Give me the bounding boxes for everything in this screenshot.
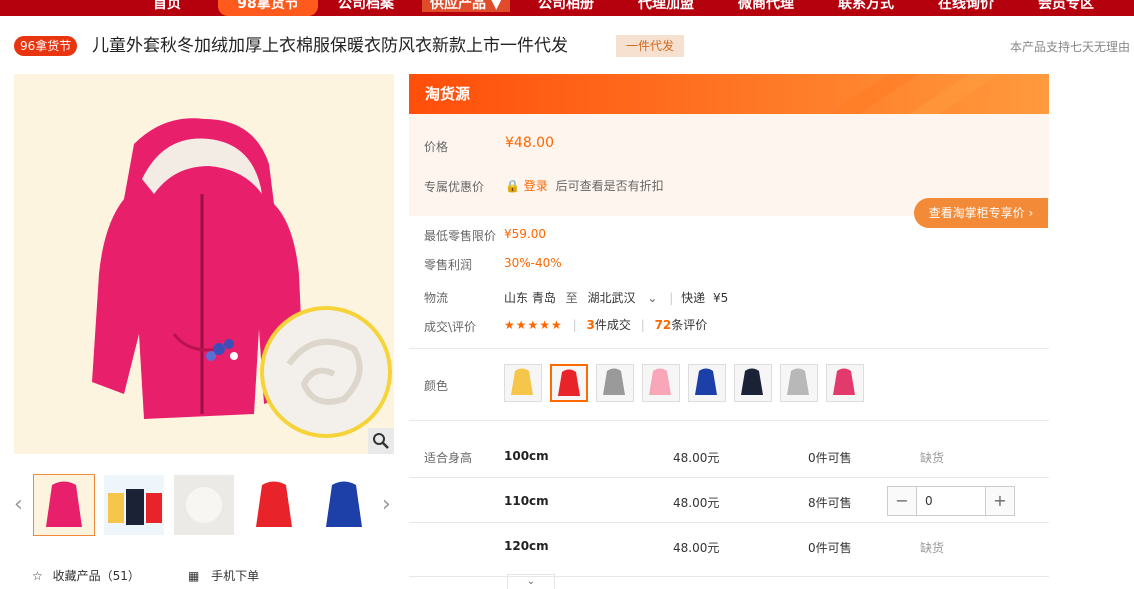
vip-price-button[interactable]: 查看淘掌柜专享价 › bbox=[914, 198, 1048, 228]
title-row: 96拿货节 儿童外套秋冬加绒加厚上衣棉服保暖衣防风衣新款上市一件代发 一件代发 … bbox=[14, 34, 1134, 58]
thumb-pink-image bbox=[34, 475, 94, 535]
thumb-blue-image bbox=[314, 475, 374, 535]
thumbnail-pink[interactable] bbox=[33, 474, 95, 536]
deals-count: 3 bbox=[586, 318, 595, 332]
nav-company-profile[interactable]: 公司档案 bbox=[338, 0, 394, 14]
thumbnail-red[interactable] bbox=[244, 475, 304, 535]
login-link[interactable]: 登录 bbox=[524, 179, 548, 193]
profit-value: 30%-40% bbox=[504, 256, 562, 270]
nav-album[interactable]: 公司相册 bbox=[538, 0, 594, 14]
thumbnail-blue[interactable] bbox=[314, 475, 374, 535]
login-hint: 🔒 登录 后可查看是否有折扣 bbox=[505, 177, 664, 194]
nav-inquiry[interactable]: 在线询价 bbox=[938, 0, 994, 14]
thumbnail-multi[interactable] bbox=[104, 475, 164, 535]
nav-wechat-agent[interactable]: 微商代理 bbox=[738, 0, 794, 14]
chevron-down-icon[interactable]: ⌄ bbox=[647, 291, 657, 305]
thumb-red-image bbox=[244, 475, 304, 535]
promo-badge: 96拿货节 bbox=[14, 36, 78, 56]
minus-icon[interactable]: − bbox=[888, 487, 917, 515]
main-product-image[interactable] bbox=[14, 74, 394, 454]
mobile-order-action[interactable]: ▦ 手机下单 bbox=[188, 567, 259, 584]
qrcode-icon: ▦ bbox=[188, 569, 200, 583]
thumbnail-strip: ‹ › bbox=[14, 470, 394, 540]
min-retail-value: ¥59.00 bbox=[504, 227, 546, 241]
logistics-route: 山东 青岛 至 湖北武汉 ⌄ | 快递 ¥5 bbox=[504, 291, 729, 305]
divider bbox=[409, 576, 1049, 577]
color-swatch[interactable] bbox=[596, 364, 634, 402]
color-swatch[interactable] bbox=[734, 364, 772, 402]
color-swatch[interactable] bbox=[826, 364, 864, 402]
color-swatch[interactable] bbox=[504, 364, 542, 402]
quantity-input[interactable]: 0 bbox=[925, 487, 933, 515]
ship-from: 山东 青岛 bbox=[504, 291, 556, 305]
nav-contact[interactable]: 联系方式 bbox=[838, 0, 894, 14]
divider bbox=[409, 348, 1049, 349]
nav-products[interactable]: 供应产品 ▼ bbox=[422, 0, 510, 12]
header-decoration bbox=[829, 74, 999, 114]
thumbnail-fleece[interactable] bbox=[174, 475, 234, 535]
login-suffix: 后可查看是否有折扣 bbox=[555, 179, 664, 193]
reviews-count[interactable]: 72 bbox=[655, 318, 672, 332]
return-policy-note: 本产品支持七天无理由 bbox=[1010, 40, 1131, 54]
nav-agent[interactable]: 代理加盟 bbox=[638, 0, 694, 14]
product-title: 儿童外套秋冬加绒加厚上衣棉服保暖衣防风衣新款上市一件代发 bbox=[92, 36, 568, 56]
nav-member[interactable]: 会员专区 bbox=[1038, 0, 1094, 14]
top-nav: 98拿货节 首页 公司档案 供应产品 ▼ 公司相册 代理加盟 微商代理 联系方式… bbox=[0, 0, 1134, 16]
thumb-prev-icon[interactable]: ‹ bbox=[14, 492, 23, 517]
lock-icon: 🔒 bbox=[505, 179, 520, 193]
nav-home[interactable]: 首页 bbox=[153, 0, 181, 14]
rating-stars: ★★★★★ | 3件成交 | 72条评价 bbox=[504, 318, 708, 332]
out-of-stock-label: 缺货 bbox=[920, 541, 945, 555]
dropship-tag: 一件代发 bbox=[616, 35, 685, 57]
divider bbox=[409, 477, 1049, 478]
five-stars-icon: ★★★★★ bbox=[504, 318, 563, 332]
discount-label: 专属优惠价 bbox=[424, 180, 485, 194]
price-value: ¥48.00 bbox=[505, 135, 554, 151]
deals-label: 成交\评价 bbox=[424, 320, 477, 334]
plus-icon[interactable]: + bbox=[985, 487, 1014, 515]
product-actions: ☆ 收藏产品（51） ▦ 手机下单 bbox=[14, 564, 394, 588]
color-label: 颜色 bbox=[424, 379, 449, 393]
panel-header: 淘货源 bbox=[409, 74, 1049, 114]
out-of-stock-label: 缺货 bbox=[920, 451, 945, 465]
ship-to[interactable]: 湖北武汉 bbox=[588, 291, 636, 305]
jacket-illustration bbox=[92, 118, 392, 438]
divider bbox=[409, 420, 1049, 421]
divider bbox=[409, 522, 1049, 523]
quantity-stepper: − 0 + bbox=[887, 486, 1015, 516]
magnifier-icon bbox=[368, 428, 394, 454]
promo-logo[interactable]: 98拿货节 bbox=[218, 0, 318, 16]
price-label: 价格 bbox=[424, 140, 449, 154]
min-retail-label: 最低零售限价 bbox=[424, 229, 497, 243]
zoom-button[interactable] bbox=[368, 428, 394, 454]
color-swatch[interactable] bbox=[550, 364, 588, 402]
thumb-next-icon[interactable]: › bbox=[382, 492, 391, 517]
thumb-multi-image bbox=[104, 475, 164, 535]
logistics-label: 物流 bbox=[424, 291, 449, 305]
color-swatch[interactable] bbox=[688, 364, 726, 402]
purchase-panel: 淘货源 价格 ¥48.00 专属优惠价 🔒 登录 后可查看是否有折扣 bbox=[409, 74, 1049, 216]
favorite-action[interactable]: ☆ 收藏产品（51） bbox=[32, 567, 140, 584]
profit-label: 零售利润 bbox=[424, 258, 473, 272]
color-swatch[interactable] bbox=[780, 364, 818, 402]
star-outline-icon: ☆ bbox=[32, 569, 43, 583]
thumb-fleece-image bbox=[174, 475, 234, 535]
color-swatch[interactable] bbox=[642, 364, 680, 402]
expand-more-icon[interactable]: ⌄ bbox=[507, 574, 555, 589]
